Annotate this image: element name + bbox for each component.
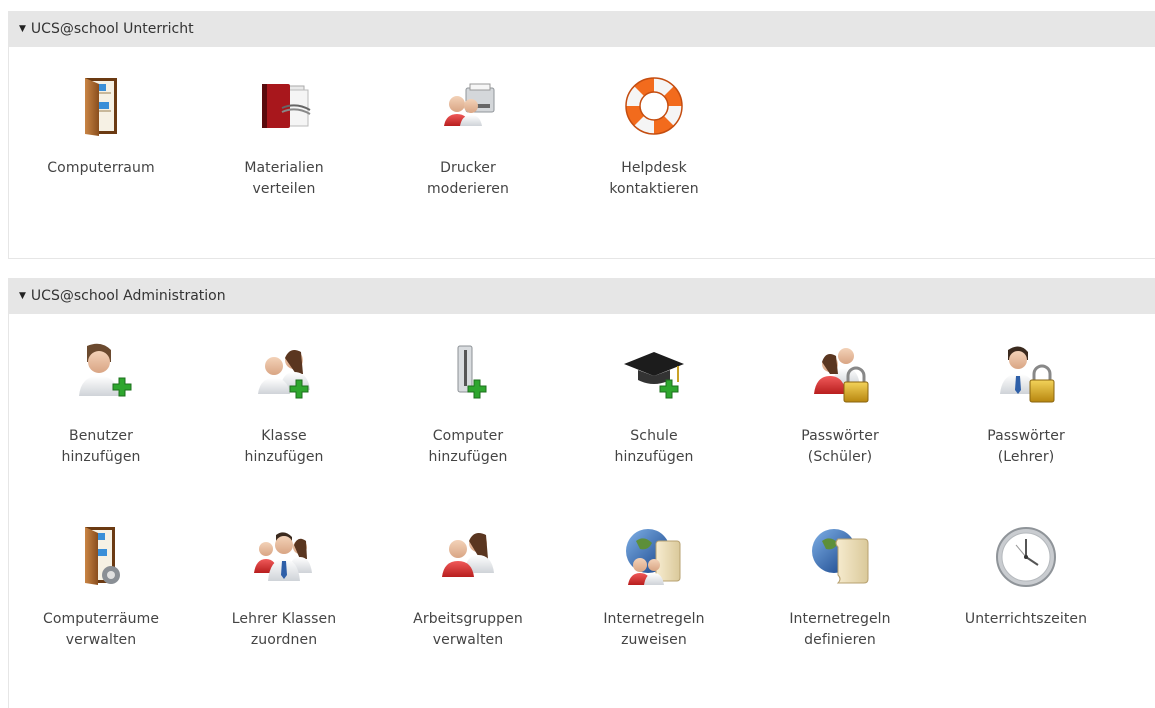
section-administration: ▼ UCS@school Administration Benutzer hin…	[8, 278, 1155, 708]
add-computer-icon	[457, 345, 487, 399]
computer-room-icon	[85, 78, 117, 136]
add-user-icon	[79, 343, 132, 397]
tile-label: Unterrichtszeiten	[964, 611, 1088, 627]
add-school-icon	[624, 352, 684, 399]
tile-passwoerter-lehrer[interactable]: Passwörter (Lehrer)	[946, 342, 1106, 468]
student-passwords-icon	[814, 348, 869, 403]
tile-label: Passwörter (Lehrer)	[987, 428, 1065, 465]
section-unterricht: ▼ UCS@school Unterricht Computerraum Mat…	[8, 11, 1155, 259]
collapse-caret-icon: ▼	[19, 24, 26, 34]
collapse-caret-icon: ▼	[19, 291, 26, 301]
tile-helpdesk-kontaktieren[interactable]: Helpdesk kontaktieren	[574, 74, 734, 200]
tile-label: Helpdesk kontaktieren	[609, 160, 699, 197]
clock-icon	[996, 527, 1056, 587]
printer-moderation-icon	[444, 83, 495, 126]
teacher-passwords-icon	[1000, 346, 1055, 403]
section-title: UCS@school Administration	[30, 288, 226, 304]
tile-label: Internetregeln definieren	[789, 611, 891, 648]
tile-klasse-hinzufuegen[interactable]: Klasse hinzufügen	[204, 342, 364, 468]
tile-internetregeln-definieren[interactable]: Internetregeln definieren	[760, 525, 920, 651]
section-header-administration[interactable]: ▼ UCS@school Administration	[9, 278, 1155, 314]
tile-benutzer-hinzufuegen[interactable]: Benutzer hinzufügen	[21, 342, 181, 468]
tile-unterrichtszeiten[interactable]: Unterrichtszeiten	[946, 525, 1106, 630]
section-header-unterricht[interactable]: ▼ UCS@school Unterricht	[9, 11, 1155, 47]
section-title: UCS@school Unterricht	[30, 21, 194, 37]
tile-arbeitsgruppen-verwalten[interactable]: Arbeitsgruppen verwalten	[388, 525, 548, 651]
tile-computerraum[interactable]: Computerraum	[21, 74, 181, 179]
tile-label: Computerraum	[47, 160, 155, 176]
tile-label: Materialien verteilen	[244, 160, 324, 197]
tile-label: Klasse hinzufügen	[244, 428, 324, 465]
tile-label: Schule hinzufügen	[614, 428, 694, 465]
tile-passwoerter-schueler[interactable]: Passwörter (Schüler)	[760, 342, 920, 468]
manage-workgroups-icon	[442, 533, 494, 577]
tile-drucker-moderieren[interactable]: Drucker moderieren	[388, 74, 548, 200]
tile-label: Lehrer Klassen zuordnen	[231, 611, 337, 648]
distribute-materials-icon	[262, 84, 311, 128]
tile-internetregeln-zuweisen[interactable]: Internetregeln zuweisen	[574, 525, 734, 651]
lifebuoy-icon	[625, 77, 683, 135]
manage-computer-rooms-icon	[85, 527, 120, 585]
define-internet-rules-icon	[812, 529, 869, 584]
tile-label: Arbeitsgruppen verwalten	[413, 611, 523, 648]
tile-label: Computer hinzufügen	[428, 428, 508, 465]
tile-label: Internetregeln zuweisen	[603, 611, 705, 648]
tile-label: Passwörter (Schüler)	[801, 428, 879, 465]
tile-materialien-verteilen[interactable]: Materialien verteilen	[204, 74, 364, 200]
tile-lehrer-klassen-zuordnen[interactable]: Lehrer Klassen zuordnen	[204, 525, 364, 651]
assign-teachers-icon	[254, 532, 312, 581]
tile-label: Drucker moderieren	[427, 160, 509, 197]
tile-computer-hinzufuegen[interactable]: Computer hinzufügen	[388, 342, 548, 468]
assign-internet-rules-icon	[626, 529, 681, 585]
tile-label: Benutzer hinzufügen	[61, 428, 141, 465]
tile-computerraeume-verwalten[interactable]: Computerräume verwalten	[21, 525, 181, 651]
add-class-icon	[258, 350, 310, 399]
tile-schule-hinzufuegen[interactable]: Schule hinzufügen	[574, 342, 734, 468]
tile-label: Computerräume verwalten	[42, 611, 160, 648]
